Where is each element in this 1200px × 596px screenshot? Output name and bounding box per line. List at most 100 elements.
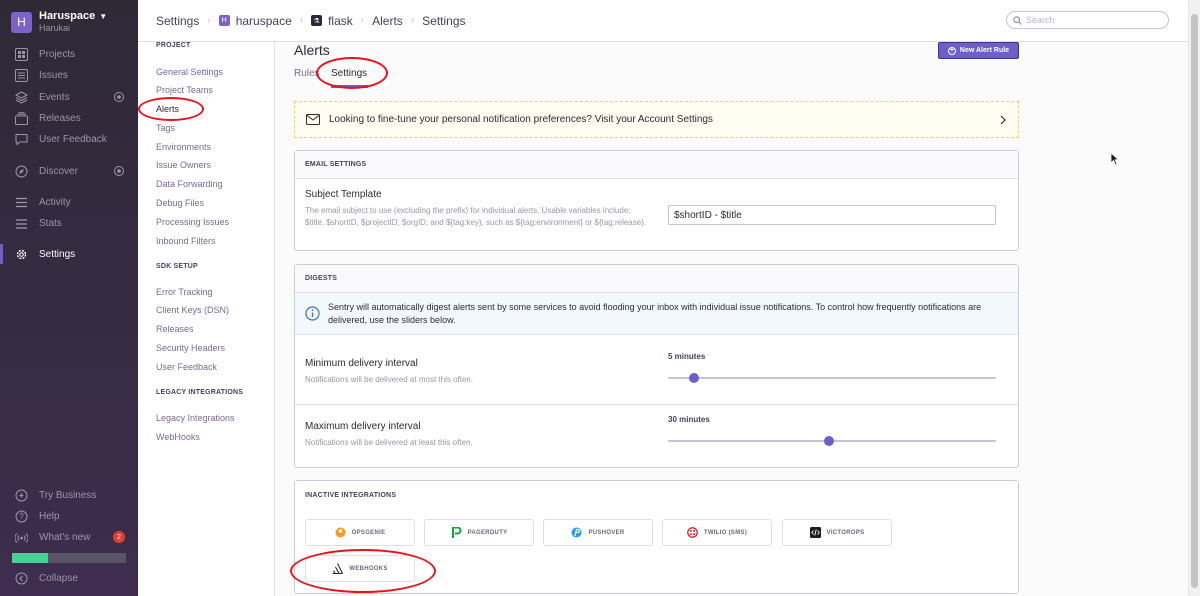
sidebar: H Haruspace ▼ Harukai Projects Issues Eve… bbox=[0, 0, 138, 596]
sidebar-item-projects[interactable]: Projects bbox=[14, 47, 132, 61]
tab-rules[interactable]: Rules bbox=[294, 68, 320, 79]
collapse-icon bbox=[14, 571, 28, 585]
try-business-icon bbox=[14, 488, 28, 502]
chevron-right-icon: › bbox=[410, 15, 415, 26]
sidebar-item-stats[interactable]: Stats bbox=[14, 216, 132, 230]
integration-label: WEBHOOKS bbox=[349, 565, 388, 572]
sidebar-item-help[interactable]: ? Help bbox=[14, 509, 132, 523]
search-placeholder: Search bbox=[1026, 15, 1055, 25]
releases-icon bbox=[14, 111, 28, 125]
subject-template-label: Subject Template bbox=[305, 189, 382, 200]
integration-opsgenie[interactable]: OPSGENIE bbox=[305, 519, 415, 546]
issues-icon bbox=[14, 68, 28, 82]
nav-link-processing-issues[interactable]: Processing Issues bbox=[156, 217, 229, 227]
nav-link-issue-owners[interactable]: Issue Owners bbox=[156, 160, 211, 170]
sidebar-item-events[interactable]: Events bbox=[14, 90, 132, 104]
nav-link-data-forwarding[interactable]: Data Forwarding bbox=[156, 179, 223, 189]
plus-icon: + bbox=[947, 46, 956, 55]
sidebar-item-try-business[interactable]: Try Business bbox=[14, 488, 132, 502]
chevron-right-icon: › bbox=[360, 15, 365, 26]
gear-icon bbox=[14, 247, 28, 261]
digests-info-text: Sentry will automatically digest alerts … bbox=[328, 301, 982, 325]
activity-icon bbox=[14, 195, 28, 209]
stats-icon bbox=[14, 216, 28, 230]
min-interval-value: 5 minutes bbox=[668, 352, 706, 361]
min-interval-label: Minimum delivery interval bbox=[305, 358, 418, 369]
nav-link-alerts[interactable]: Alerts bbox=[156, 104, 179, 114]
min-interval-help: Notifications will be delivered at most … bbox=[305, 375, 474, 384]
svg-text:?: ? bbox=[19, 512, 24, 521]
nav-link-user-feedback[interactable]: User Feedback bbox=[156, 362, 217, 372]
help-icon: ? bbox=[14, 509, 28, 523]
nav-link-debug-files[interactable]: Debug Files bbox=[156, 198, 204, 208]
subject-template-input[interactable]: $shortID - $title bbox=[668, 205, 996, 225]
nav-link-webhooks[interactable]: WebHooks bbox=[156, 432, 200, 442]
page-scrollbar[interactable] bbox=[1188, 0, 1200, 596]
nav-link-inbound-filters[interactable]: Inbound Filters bbox=[156, 236, 216, 246]
sidebar-item-releases[interactable]: Releases bbox=[14, 111, 132, 125]
new-alert-rule-button[interactable]: + New Alert Rule bbox=[938, 42, 1019, 59]
settings-nav: PROJECT General Settings Project Teams A… bbox=[138, 42, 275, 596]
flask-icon: ⚗ bbox=[311, 15, 323, 26]
page-title: Alerts bbox=[294, 42, 330, 58]
nav-heading-legacy-integrations: LEGACY INTEGRATIONS bbox=[156, 389, 244, 396]
sidebar-item-user-feedback[interactable]: User Feedback bbox=[14, 132, 132, 146]
sidebar-item-issues[interactable]: Issues bbox=[14, 68, 132, 82]
nav-link-environments[interactable]: Environments bbox=[156, 142, 211, 152]
notification-preferences-alert[interactable]: Looking to fine-tune your personal notif… bbox=[294, 101, 1019, 138]
victorops-icon bbox=[809, 527, 821, 538]
max-interval-slider[interactable] bbox=[668, 436, 996, 446]
breadcrumb-org[interactable]: haruspace bbox=[236, 14, 292, 28]
user-feedback-icon bbox=[14, 132, 28, 146]
integration-victorops[interactable]: VICTOROPS bbox=[782, 519, 892, 546]
scrollbar-thumb[interactable] bbox=[1191, 14, 1198, 588]
chevron-right-icon bbox=[999, 115, 1007, 125]
mouse-cursor-icon bbox=[1110, 152, 1120, 166]
nav-link-security-headers[interactable]: Security Headers bbox=[156, 343, 225, 353]
nav-link-general-settings[interactable]: General Settings bbox=[156, 67, 223, 77]
sidebar-item-label: Collapse bbox=[39, 572, 78, 584]
org-switcher[interactable]: H Haruspace ▼ Harukai bbox=[11, 10, 107, 34]
webhooks-icon bbox=[332, 563, 344, 574]
inactive-integrations-panel: INACTIVE INTEGRATIONS OPSGENIE PAGERDUTY… bbox=[294, 480, 1019, 594]
sidebar-item-collapse[interactable]: Collapse bbox=[14, 571, 132, 585]
breadcrumb-alerts[interactable]: Alerts bbox=[372, 14, 403, 28]
nav-link-releases[interactable]: Releases bbox=[156, 324, 194, 334]
breadcrumb-project[interactable]: flask bbox=[328, 14, 353, 28]
slider-handle[interactable] bbox=[823, 436, 834, 446]
sidebar-item-discover[interactable]: Discover bbox=[14, 164, 132, 178]
nav-heading-project: PROJECT bbox=[156, 42, 191, 49]
integration-pushover[interactable]: PUSHOVER bbox=[543, 519, 653, 546]
slider-handle[interactable] bbox=[689, 373, 700, 383]
search-input[interactable]: Search bbox=[1006, 11, 1169, 29]
nav-link-client-keys[interactable]: Client Keys (DSN) bbox=[156, 305, 229, 315]
email-settings-panel: EMAIL SETTINGS Subject Template The emai… bbox=[294, 150, 1019, 251]
digests-panel: DIGESTS Sentry will automatically digest… bbox=[294, 264, 1019, 468]
integration-webhooks[interactable]: WEBHOOKS bbox=[305, 555, 415, 582]
tab-settings[interactable]: Settings bbox=[331, 68, 374, 79]
org-name: Haruspace bbox=[39, 10, 96, 22]
eye-icon bbox=[113, 165, 125, 177]
sidebar-item-label: Stats bbox=[39, 217, 62, 229]
integration-label: VICTOROPS bbox=[826, 529, 865, 536]
min-interval-slider[interactable] bbox=[668, 373, 996, 383]
breadcrumb-settings[interactable]: Settings bbox=[156, 14, 199, 28]
onboarding-progress-bar[interactable] bbox=[12, 553, 126, 563]
sidebar-item-settings[interactable]: Settings bbox=[0, 244, 132, 264]
mail-icon bbox=[306, 114, 320, 125]
nav-link-legacy-integrations[interactable]: Legacy Integrations bbox=[156, 413, 235, 423]
chevron-right-icon: › bbox=[207, 15, 211, 26]
row-divider bbox=[295, 404, 1018, 405]
broadcast-icon bbox=[14, 530, 28, 544]
nav-link-project-teams[interactable]: Project Teams bbox=[156, 85, 213, 95]
sidebar-item-label: User Feedback bbox=[39, 133, 107, 145]
nav-link-error-tracking[interactable]: Error Tracking bbox=[156, 287, 213, 297]
sidebar-item-whats-new[interactable]: What's new 2 bbox=[14, 530, 132, 544]
sidebar-item-activity[interactable]: Activity bbox=[14, 195, 132, 209]
eye-icon bbox=[113, 91, 125, 103]
integration-pagerduty[interactable]: PAGERDUTY bbox=[424, 519, 534, 546]
nav-link-tags[interactable]: Tags bbox=[156, 123, 175, 133]
notification-badge: 2 bbox=[113, 531, 125, 543]
projects-icon bbox=[14, 47, 28, 61]
integration-twilio[interactable]: TWILIO (SMS) bbox=[662, 519, 772, 546]
